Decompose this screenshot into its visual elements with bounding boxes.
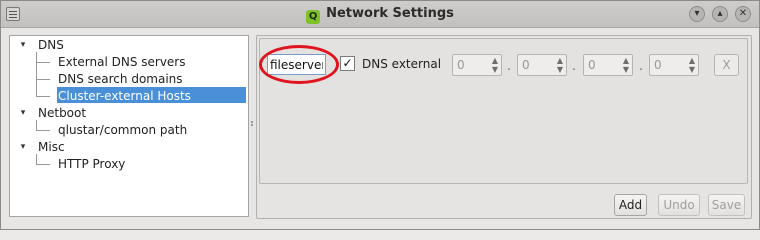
tree-group-label: Misc (38, 140, 65, 154)
tree-item-cluster-external-hosts[interactable]: Cluster-external Hosts (58, 88, 191, 105)
spin-arrows-icon[interactable]: ▲ ▼ (623, 56, 629, 74)
window-title-group: Q Network Settings (1, 6, 759, 24)
expand-arrow-icon[interactable]: ▾ (18, 37, 28, 54)
spin-arrows-icon[interactable]: ▲ ▼ (689, 56, 695, 74)
spin-arrows-icon[interactable]: ▲ ▼ (492, 56, 498, 74)
remove-host-button[interactable]: X (714, 54, 739, 76)
splitter-handle[interactable] (251, 121, 254, 127)
close-icon[interactable]: ✕ (735, 6, 751, 22)
tree-group-label: DNS (38, 38, 64, 52)
ip-separator: . (639, 59, 643, 73)
tree-connector (36, 130, 50, 131)
ip-octet-2-spinbox[interactable]: 0 ▲ ▼ (517, 54, 567, 76)
tree-item-qlustar-common-path[interactable]: qlustar/common path (58, 122, 187, 139)
expand-arrow-icon[interactable]: ▾ (18, 105, 28, 122)
save-button[interactable]: Save (708, 194, 745, 216)
ip-separator: . (572, 59, 576, 73)
tree-connector (36, 79, 50, 80)
tree-item-dns-search-domains[interactable]: DNS search domains (58, 71, 183, 88)
tree-connector (36, 96, 50, 97)
window-title: Network Settings (326, 6, 454, 21)
network-settings-window: Q Network Settings ▾ ▴ ✕ ▾ DNS External D… (0, 0, 760, 230)
tree-connector (36, 62, 50, 63)
ip-octet-4-spinbox[interactable]: 0 ▲ ▼ (649, 54, 699, 76)
app-logo-icon: Q (306, 10, 321, 24)
ip-octet-value: 0 (654, 58, 662, 72)
dns-external-checkbox[interactable]: ✓ (340, 56, 355, 71)
settings-tree[interactable]: ▾ DNS External DNS servers DNS search do… (9, 35, 249, 217)
add-button[interactable]: Add (614, 194, 647, 216)
tree-connector (36, 164, 50, 165)
expand-arrow-icon[interactable]: ▾ (18, 139, 28, 156)
ip-octet-value: 0 (457, 58, 465, 72)
tree-item-external-dns-servers[interactable]: External DNS servers (58, 54, 186, 71)
ip-octet-value: 0 (522, 58, 530, 72)
minimize-icon[interactable]: ▾ (689, 6, 705, 22)
dns-external-label: DNS external (362, 57, 442, 71)
ip-octet-value: 0 (588, 58, 596, 72)
tree-item-http-proxy[interactable]: HTTP Proxy (58, 156, 125, 173)
ip-separator: . (507, 59, 511, 73)
tree-connector (36, 154, 37, 164)
maximize-icon[interactable]: ▴ (712, 6, 728, 22)
tree-connector (36, 120, 37, 130)
undo-button[interactable]: Undo (658, 194, 700, 216)
ip-octet-3-spinbox[interactable]: 0 ▲ ▼ (583, 54, 633, 76)
tree-connector (36, 52, 37, 96)
title-bar: Q Network Settings ▾ ▴ ✕ (1, 1, 759, 28)
annotation-circle (259, 45, 339, 84)
spin-arrows-icon[interactable]: ▲ ▼ (557, 56, 563, 74)
ip-octet-1-spinbox[interactable]: 0 ▲ ▼ (452, 54, 502, 76)
tree-group-label: Netboot (38, 106, 87, 120)
